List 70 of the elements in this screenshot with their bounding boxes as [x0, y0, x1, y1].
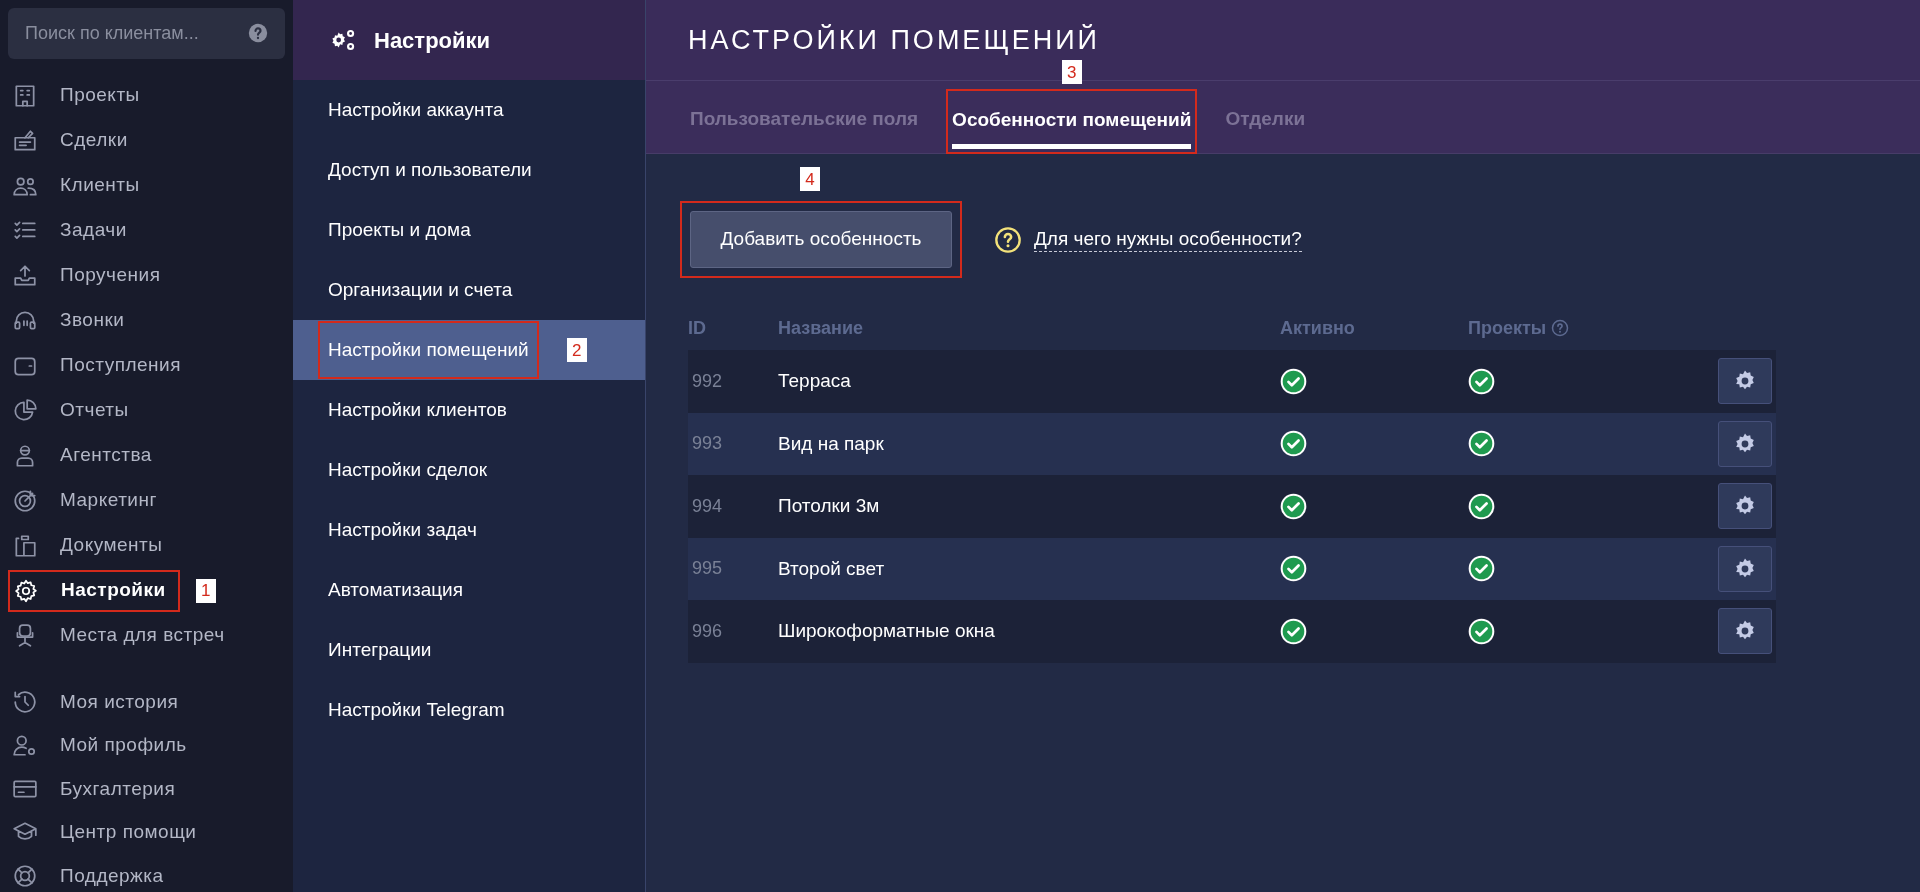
nav-item[interactable]: Поступления: [0, 344, 193, 387]
nav-item[interactable]: Документы: [0, 524, 175, 567]
id-cell-text: 993: [691, 432, 724, 456]
building-icon: [12, 82, 38, 109]
nav-item[interactable]: Маркетинг: [0, 479, 169, 522]
nav-item[interactable]: Поддержка: [0, 854, 293, 892]
settings-button[interactable]: [1718, 420, 1772, 467]
menu-item[interactable]: Настройки Telegram: [293, 680, 645, 740]
menu-item[interactable]: Настройки сделок: [293, 440, 645, 500]
search-field[interactable]: Поиск по клиентам...: [8, 8, 285, 59]
id-cell-text: 994: [691, 494, 724, 518]
menu-item[interactable]: Автоматизация: [293, 560, 645, 620]
lifebuoy-icon: [12, 862, 38, 889]
nav-item[interactable]: Клиенты: [0, 164, 152, 207]
settings-button[interactable]: [1718, 608, 1772, 655]
column-header: Название: [778, 316, 863, 340]
nav-item[interactable]: Сделки: [0, 119, 140, 162]
callout-number: 1: [195, 578, 216, 603]
menu-title: Настройки: [374, 26, 491, 55]
column-header: Проекты: [1468, 316, 1547, 340]
menu-item[interactable]: Проекты и дома: [293, 200, 645, 260]
nav-item[interactable]: Поручения: [0, 254, 173, 297]
callout-number: 3: [1061, 60, 1082, 84]
gear-icon: [13, 577, 39, 604]
nav-item[interactable]: Агентства: [0, 434, 164, 477]
menu-item[interactable]: Интеграции: [293, 620, 645, 680]
settings-button[interactable]: [1718, 358, 1772, 405]
nav-item[interactable]: Моя история: [0, 680, 293, 724]
nav-item[interactable]: Центр помощи: [0, 810, 293, 854]
callout-number: 2: [566, 338, 587, 362]
nav-item[interactable]: Бухгалтерия: [0, 767, 293, 811]
pie-chart-icon: [12, 397, 38, 424]
help-link[interactable]: Для чего нужны особенности?: [1034, 227, 1302, 252]
nav-item[interactable]: Звонки: [0, 299, 137, 342]
name-cell-text: Второй свет: [778, 556, 886, 581]
nav-item[interactable]: Настройки: [8, 569, 180, 612]
document-pen-icon: [12, 127, 38, 154]
name-cell-text: Потолки 3м: [778, 494, 881, 518]
page-title: НАСТРОЙКИ ПОМЕЩЕНИЙ: [688, 23, 1100, 57]
nav-item[interactable]: Места для встреч: [0, 614, 237, 657]
documents-icon: [12, 532, 38, 559]
history-icon: [12, 688, 38, 715]
help-icon: [1551, 319, 1570, 337]
target-icon: [12, 487, 38, 514]
help-icon: [994, 225, 1022, 254]
name-cell-text: Вид на парк: [778, 431, 885, 456]
id-cell-text: 995: [691, 557, 724, 581]
menu-item[interactable]: Настройки помещений 2: [293, 320, 645, 380]
column-header: Активно: [1280, 316, 1355, 340]
menu-item[interactable]: Организации и счета: [293, 260, 645, 320]
menu-item[interactable]: Настройки аккаунта: [293, 80, 645, 140]
settings-button[interactable]: [1718, 545, 1772, 592]
menu-item[interactable]: Настройки задач: [293, 500, 645, 560]
settings-button[interactable]: [1718, 483, 1772, 530]
nav-item[interactable]: Мой профиль: [0, 723, 293, 767]
column-header: ID: [688, 316, 706, 340]
name-cell-text: Терраса: [778, 369, 852, 393]
menu-item-label: Настройки помещений: [318, 321, 539, 379]
callout-number: 4: [800, 167, 820, 191]
id-cell-text: 992: [691, 369, 724, 393]
id-cell-text: 996: [691, 619, 724, 643]
nav-item[interactable]: Задачи: [0, 209, 139, 252]
name-cell-text: Широкоформатные окна: [778, 619, 996, 643]
menu-item[interactable]: Доступ и пользователи: [293, 140, 645, 200]
nav-item[interactable]: Проекты: [0, 74, 152, 117]
nav-item[interactable]: Отчеты: [0, 389, 141, 432]
help-icon: [248, 23, 268, 43]
add-button[interactable]: Добавить особенность: [690, 211, 952, 268]
tab[interactable]: Особенности помещений: [946, 89, 1198, 154]
menu-item[interactable]: Настройки клиентов: [293, 380, 645, 440]
